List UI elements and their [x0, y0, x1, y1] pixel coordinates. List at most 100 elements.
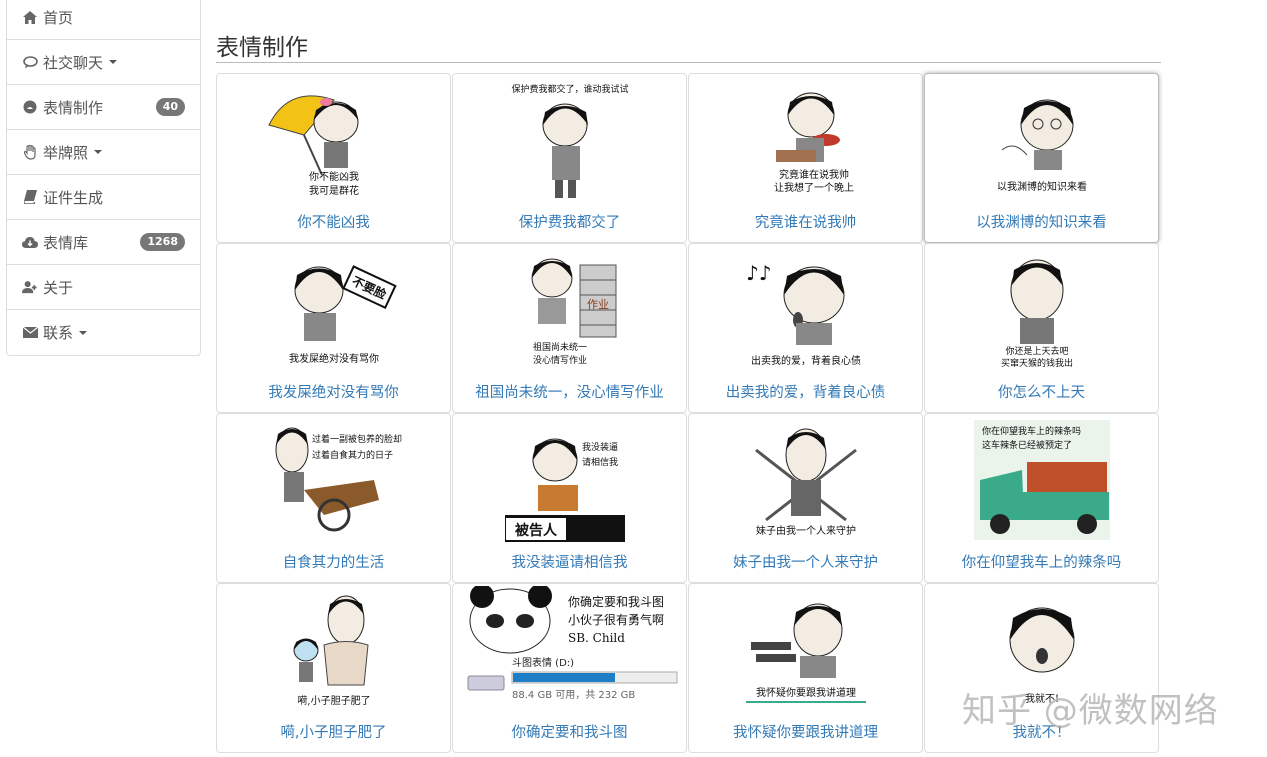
meme-caption-text: 我怀疑你要跟我讲道理 — [756, 686, 856, 699]
meme-caption-text: 我发屎绝对没有骂你 — [289, 352, 379, 365]
emoji-card[interactable]: 你确定要和我斗图 小伙子很有勇气啊 SB. Child 斗图表情 (D:) 88… — [452, 583, 687, 753]
meme-image: 你还是上天去吧 买窜天猴的钱我出 — [1000, 259, 1073, 369]
meme-image: 究竟谁在说我帅 让我想了一个晚上 — [774, 92, 854, 194]
drive-label: 斗图表情 (D:) — [512, 656, 574, 669]
emoji-card[interactable]: 嗬,小子胆子肥了 嗬,小子胆子肥了 — [216, 583, 451, 753]
book-icon — [22, 189, 38, 205]
meme-caption-text: 过着自食其力的日子 — [312, 449, 393, 461]
meme-image: 你不能凶我 我可是群花 — [267, 95, 359, 197]
emoji-card[interactable]: 以我渊博的知识来看 以我渊博的知识来看 — [924, 73, 1159, 243]
meme-caption-text: 嗬,小子胆子肥了 — [297, 695, 370, 707]
meme-caption-text: 小伙子很有勇气啊 — [568, 612, 664, 627]
sidebar-item-label: 证件生成 — [43, 188, 104, 207]
meme-caption-text: 请相信我 — [582, 456, 618, 468]
drive-usage-text: 88.4 GB 可用，共 232 GB — [512, 689, 635, 701]
meme-caption-text: 你不能凶我 — [309, 170, 359, 183]
watermark: 知乎 @微数网络 — [962, 691, 1219, 731]
envelope-icon — [22, 325, 38, 341]
meme-image: 嗬,小子胆子肥了 — [293, 595, 370, 707]
sidebar-item-contact[interactable]: 联系 — [7, 310, 200, 355]
emoji-card[interactable]: 保护费我都交了，谁动我试试 保护费我都交了 — [452, 73, 687, 243]
emoji-caption-link[interactable]: 出卖我的爱，背着良心债 — [689, 381, 922, 402]
meme-caption-text: 妹子由我一个人来守护 — [756, 524, 856, 537]
emoji-caption-link[interactable]: 你怎么不上天 — [925, 381, 1158, 402]
chat-bubble-icon — [22, 54, 38, 70]
meme-image: 不要脸 我发屎绝对没有骂你 — [289, 265, 397, 365]
meme-caption-text: 这车辣条已经被预定了 — [982, 439, 1072, 451]
emoji-card[interactable]: 你还是上天去吧 买窜天猴的钱我出 你怎么不上天 — [924, 243, 1159, 413]
sidebar-item-label: 联系 — [43, 324, 74, 342]
meme-caption-text: 究竟谁在说我帅 — [779, 168, 849, 181]
cloud-download-icon — [22, 234, 38, 250]
sidebar-item-label: 表情制作 — [43, 98, 104, 117]
emoji-caption-link[interactable]: 祖国尚未统一，没心情写作业 — [453, 381, 686, 402]
emoji-card[interactable]: 过着一副被包养的脸却 过着自食其力的日子 自食其力的生活 — [216, 413, 451, 583]
sidebar-item-emoji-library[interactable]: 表情库 1268 — [7, 220, 200, 265]
emoji-card[interactable]: 究竟谁在说我帅 让我想了一个晚上 究竟谁在说我帅 — [688, 73, 923, 243]
emoji-card[interactable]: 不要脸 我发屎绝对没有骂你 我发屎绝对没有骂你 — [216, 243, 451, 413]
chevron-down-icon — [109, 60, 118, 64]
sidebar-item-about[interactable]: 关于 — [7, 265, 200, 310]
meme-image: 过着一副被包养的脸却 过着自食其力的日子 — [275, 427, 402, 532]
meme-caption-text: SB. Child — [568, 631, 625, 645]
sidebar-item-id-generator[interactable]: 证件生成 — [7, 175, 200, 220]
meme-image: ♪♪ 出卖我的爱，背着良心债 — [746, 261, 861, 367]
emoji-caption-link[interactable]: 妹子由我一个人来守护 — [689, 551, 922, 572]
title-divider — [216, 62, 1161, 63]
count-badge: 40 — [155, 98, 185, 116]
emoji-caption-link[interactable]: 你确定要和我斗图 — [453, 721, 686, 742]
emoji-card[interactable]: 我没装逼 请相信我 被告人 我没装逼请相信我 — [452, 413, 687, 583]
hand-icon — [22, 144, 38, 160]
emoji-icon — [22, 99, 38, 115]
meme-caption-text: 让我想了一个晚上 — [774, 181, 854, 194]
defendant-sign-text: 被告人 — [515, 522, 558, 539]
page-title: 表情制作 — [216, 35, 308, 61]
meme-caption-text: 以我渊博的知识来看 — [997, 180, 1087, 193]
meme-image: 我怀疑你要跟我讲道理 — [745, 603, 866, 703]
emoji-caption-link[interactable]: 我怀疑你要跟我讲道理 — [689, 721, 922, 742]
chevron-down-icon — [79, 330, 88, 335]
sidebar-item-home[interactable]: 首页 — [7, 0, 200, 40]
meme-caption-text: 没心情写作业 — [532, 354, 586, 366]
sidebar-item-sign-photo[interactable]: 举牌照 — [7, 130, 200, 175]
emoji-card[interactable]: ♪♪ 出卖我的爱，背着良心债 出卖我的爱，背着良心债 — [688, 243, 923, 413]
emoji-caption-link[interactable]: 你在仰望我车上的辣条吗 — [925, 551, 1158, 572]
emoji-caption-link[interactable]: 究竟谁在说我帅 — [689, 211, 922, 232]
sidebar-item-label: 举牌照 — [43, 143, 89, 162]
emoji-card[interactable]: 妹子由我一个人来守护 妹子由我一个人来守护 — [688, 413, 923, 583]
meme-caption-text: 你确定要和我斗图 — [568, 594, 664, 609]
meme-caption-text: 我可是群花 — [309, 184, 359, 197]
meme-caption-text: 你还是上天去吧 — [1005, 345, 1068, 357]
meme-image: 妹子由我一个人来守护 — [754, 428, 857, 537]
meme-image: 保护费我都交了，谁动我试试 — [511, 83, 628, 198]
meme-caption-text: 你在仰望我车上的辣条吗 — [982, 425, 1081, 437]
sidebar-item-social-chat[interactable]: 社交聊天 — [7, 40, 200, 85]
home-icon — [22, 9, 38, 25]
meme-image: 我没装逼 请相信我 被告人 — [504, 438, 625, 542]
meme-image: 你确定要和我斗图 小伙子很有勇气啊 SB. Child 斗图表情 (D:) 88… — [467, 586, 677, 701]
emoji-caption-link[interactable]: 保护费我都交了 — [453, 211, 686, 232]
sidebar-item-label: 表情库 — [43, 233, 89, 252]
emoji-card[interactable]: 你在仰望我车上的辣条吗 这车辣条已经被预定了 你在仰望我车上的辣条吗 — [924, 413, 1159, 583]
emoji-caption-link[interactable]: 自食其力的生活 — [217, 551, 450, 572]
book-label: 作业 — [587, 298, 609, 311]
meme-caption-text: 买窜天猴的钱我出 — [1000, 357, 1072, 369]
emoji-caption-link[interactable]: 以我渊博的知识来看 — [925, 211, 1158, 232]
emoji-caption-link[interactable]: 嗬,小子胆子肥了 — [217, 721, 450, 742]
meme-caption-text: 我没装逼 — [582, 441, 618, 453]
meme-caption-text: 出卖我的爱，背着良心债 — [751, 354, 861, 367]
emoji-card[interactable]: 你不能凶我 我可是群花 你不能凶我 — [216, 73, 451, 243]
count-badge: 1268 — [140, 233, 185, 251]
meme-image: 你在仰望我车上的辣条吗 这车辣条已经被预定了 — [973, 420, 1110, 540]
emoji-caption-link[interactable]: 我发屎绝对没有骂你 — [217, 381, 450, 402]
user-add-icon — [22, 279, 38, 295]
meme-image: 以我渊博的知识来看 — [997, 99, 1087, 193]
emoji-card[interactable]: 作业 祖国尚未统一 没心情写作业 祖国尚未统一，没心情写作业 — [452, 243, 687, 413]
sidebar-item-label: 首页 — [43, 8, 74, 27]
emoji-caption-link[interactable]: 你不能凶我 — [217, 211, 450, 232]
emoji-caption-link[interactable]: 我没装逼请相信我 — [453, 551, 686, 572]
sidebar-item-label: 社交聊天 — [43, 53, 104, 72]
sidebar-item-label: 关于 — [43, 278, 74, 297]
sidebar-item-emoji-maker[interactable]: 表情制作 40 — [7, 85, 200, 130]
emoji-card[interactable]: 我怀疑你要跟我讲道理 我怀疑你要跟我讲道理 — [688, 583, 923, 753]
